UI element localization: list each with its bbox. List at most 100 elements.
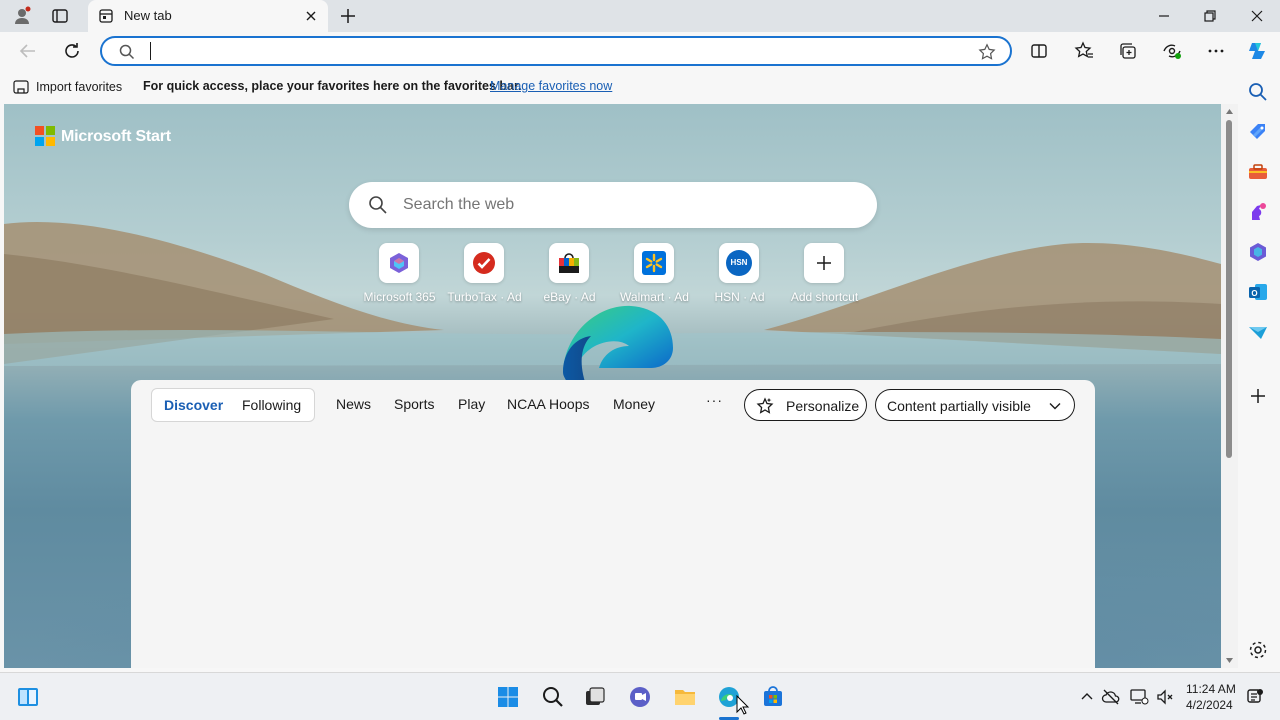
windows-taskbar: 11:24 AM 4/2/2024: [0, 672, 1280, 720]
page-scrollbar[interactable]: [1221, 104, 1238, 668]
microsoft-logo: [35, 126, 55, 146]
address-bar[interactable]: [100, 36, 1012, 66]
clock-time[interactable]: 11:24 AM: [1186, 682, 1236, 696]
outlook-icon[interactable]: O: [1246, 280, 1270, 304]
title-bar: New tab: [0, 0, 1280, 32]
shortcut-label: Microsoft 365: [363, 290, 436, 304]
favorites-bar: Import favorites For quick access, place…: [0, 70, 1240, 103]
sidebar-search-icon[interactable]: [1246, 80, 1270, 104]
shortcut-hsn[interactable]: HSN HSN · Ad: [697, 243, 782, 307]
minimize-icon[interactable]: [1153, 5, 1175, 27]
shortcut-label: HSN · Ad: [714, 290, 765, 304]
scroll-down-icon[interactable]: [1225, 656, 1234, 665]
clock-date[interactable]: 4/2/2024: [1186, 698, 1233, 712]
walmart-icon: [642, 251, 666, 275]
favorite-star-icon[interactable]: [978, 43, 996, 61]
shortcut-tile: [804, 243, 844, 283]
drop-icon[interactable]: [1246, 320, 1270, 344]
category-ncaa-hoops[interactable]: NCAA Hoops: [507, 396, 589, 412]
new-tab-icon[interactable]: [338, 6, 358, 26]
content-visibility-dropdown[interactable]: Content partially visible: [875, 389, 1075, 421]
news-feed-panel: Discover Following News Sports Play NCAA…: [131, 380, 1095, 668]
new-tab-page: Microsoft Start Microsoft 365 TurboTax ·…: [4, 104, 1221, 668]
volume-muted-icon[interactable]: [1155, 687, 1175, 707]
favorites-message: For quick access, place your favorites h…: [143, 79, 522, 93]
tab-discover[interactable]: Discover: [164, 397, 223, 413]
browser-toolbar: [0, 32, 1280, 70]
turbotax-icon: [473, 252, 495, 274]
personalize-label: Personalize: [786, 398, 860, 414]
import-favorites-button[interactable]: Import favorites: [12, 77, 122, 97]
show-hidden-icons-icon[interactable]: [1079, 689, 1095, 705]
tab-following[interactable]: Following: [242, 397, 301, 413]
import-icon: [13, 80, 29, 94]
network-icon[interactable]: [1129, 687, 1149, 707]
web-search-input[interactable]: [403, 195, 843, 215]
tab-new-tab[interactable]: New tab: [88, 0, 328, 32]
category-money[interactable]: Money: [613, 396, 655, 412]
task-view-icon[interactable]: [583, 685, 607, 709]
personalize-button[interactable]: Personalize: [744, 389, 867, 421]
category-news[interactable]: News: [336, 396, 371, 412]
collections-icon[interactable]: [1117, 40, 1139, 62]
shortcut-label: Add shortcut: [790, 290, 859, 304]
scroll-up-icon[interactable]: [1225, 107, 1234, 116]
hsn-icon: HSN: [726, 250, 752, 276]
shortcut-walmart[interactable]: Walmart · Ad: [612, 243, 697, 307]
windows-start-icon[interactable]: [496, 685, 520, 709]
add-shortcut-button[interactable]: Add shortcut: [782, 243, 867, 307]
widgets-icon[interactable]: [16, 685, 40, 709]
tab-actions-icon[interactable]: [50, 6, 70, 26]
shortcut-tile: [379, 243, 419, 283]
import-favorites-label: Import favorites: [36, 80, 123, 94]
microsoft-store-icon[interactable]: [761, 685, 785, 709]
close-tab-icon[interactable]: [302, 7, 320, 25]
more-categories-button[interactable]: ···: [706, 392, 723, 408]
category-play[interactable]: Play: [458, 396, 485, 412]
onedrive-offline-icon[interactable]: [1101, 687, 1121, 707]
back-icon[interactable]: [17, 40, 39, 62]
shortcut-tile: [634, 243, 674, 283]
shortcut-tile: [464, 243, 504, 283]
content-visibility-label: Content partially visible: [887, 398, 1031, 414]
ebay-icon: [559, 253, 579, 273]
games-icon[interactable]: [1246, 200, 1270, 224]
shortcut-microsoft-365[interactable]: Microsoft 365: [357, 243, 442, 307]
shortcut-tile: HSN: [719, 243, 759, 283]
restore-icon[interactable]: [1199, 5, 1221, 27]
shortcut-turbotax[interactable]: TurboTax · Ad: [442, 243, 527, 307]
plus-icon: [817, 256, 831, 270]
category-sports[interactable]: Sports: [394, 396, 434, 412]
mouse-cursor-icon: [736, 695, 750, 715]
close-window-icon[interactable]: [1246, 5, 1268, 27]
personalize-icon: [756, 397, 774, 414]
microsoft-365-icon: [390, 253, 408, 273]
file-explorer-icon[interactable]: [673, 685, 697, 709]
microsoft-start-brand[interactable]: Microsoft Start: [61, 128, 171, 146]
taskbar-search-icon[interactable]: [541, 685, 565, 709]
tools-icon[interactable]: [1246, 160, 1270, 184]
feed-tab-group: Discover Following: [151, 388, 315, 422]
svg-text:O: O: [1251, 289, 1257, 298]
shortcut-ebay[interactable]: eBay · Ad: [527, 243, 612, 307]
sidebar-settings-icon[interactable]: [1246, 638, 1270, 662]
split-screen-icon[interactable]: [1028, 40, 1050, 62]
notifications-icon[interactable]: [1246, 688, 1264, 706]
manage-favorites-link[interactable]: Manage favorites now: [490, 79, 612, 93]
more-options-icon[interactable]: [1205, 40, 1227, 62]
browser-essentials-icon[interactable]: [1161, 40, 1183, 62]
search-icon: [369, 196, 387, 214]
search-icon: [119, 44, 135, 60]
favorites-icon[interactable]: [1073, 40, 1095, 62]
copilot-icon[interactable]: [1246, 39, 1270, 63]
address-input[interactable]: [146, 42, 966, 62]
refresh-icon[interactable]: [61, 40, 83, 62]
tab-title: New tab: [124, 8, 172, 23]
scroll-thumb[interactable]: [1226, 120, 1232, 458]
web-search-box[interactable]: [349, 182, 877, 228]
shopping-tag-icon[interactable]: [1246, 120, 1270, 144]
profile-icon[interactable]: [12, 6, 32, 26]
microsoft-365-icon[interactable]: [1246, 240, 1270, 264]
add-sidebar-app-icon[interactable]: [1246, 384, 1270, 408]
teams-chat-icon[interactable]: [628, 685, 652, 709]
